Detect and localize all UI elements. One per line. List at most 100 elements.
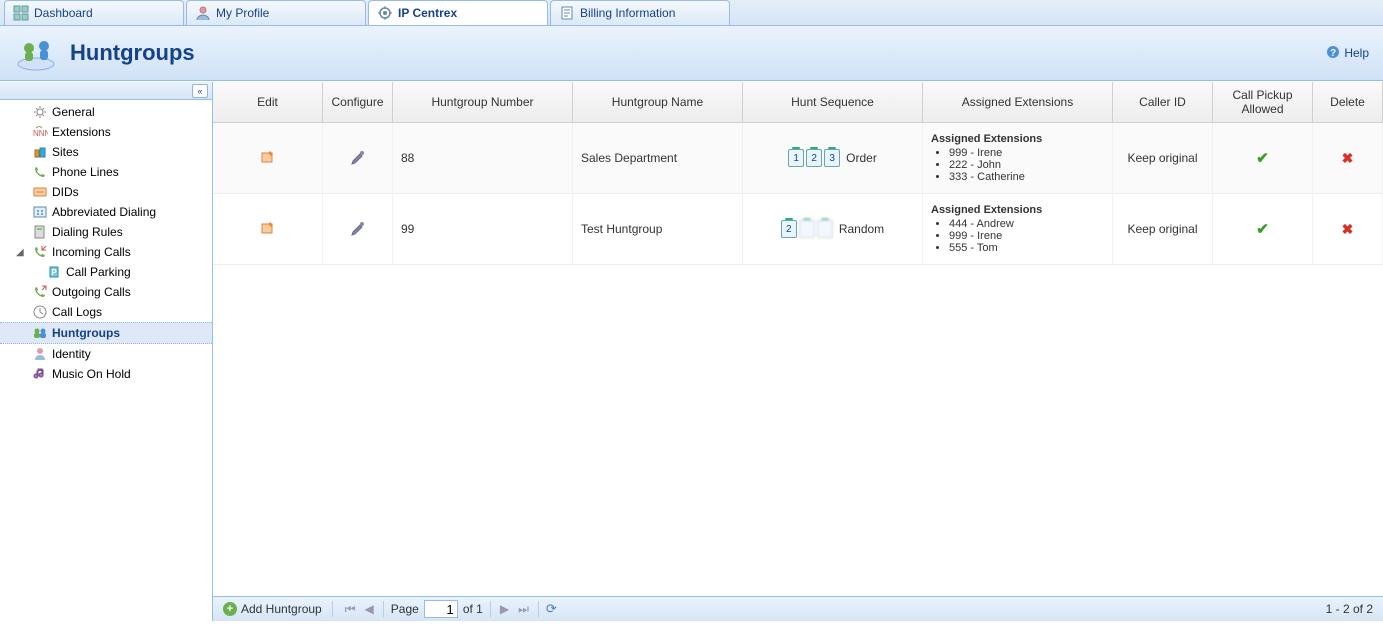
sidebar-item-dids[interactable]: DIDs [0,182,212,202]
extensions-icon: NNN [32,124,48,140]
sidebar-item-label: Outgoing Calls [52,285,131,299]
extension-item: 444 - Andrew [949,218,1042,230]
abbrev-icon [32,204,48,220]
edit-button[interactable] [260,149,276,168]
delete-button[interactable]: ✖ [1342,150,1354,167]
extension-item: 999 - Irene [949,230,1042,242]
dialing-icon [32,224,48,240]
col-configure[interactable]: Configure [323,82,393,122]
col-pickup[interactable]: Call Pickup Allowed [1213,82,1313,122]
huntgroups-icon [32,325,48,341]
sidebar-item-music-on-hold[interactable]: Music On Hold [0,364,212,384]
outgoing-icon [32,284,48,300]
col-name[interactable]: Huntgroup Name [573,82,743,122]
parking-icon: P [46,264,62,280]
sidebar-toggle-bar: « [0,82,212,100]
sidebar-item-huntgroups[interactable]: Huntgroups [0,322,212,344]
tab-label: My Profile [216,6,269,20]
sequence-label: Order [846,151,877,165]
refresh-button[interactable]: ⟳ [546,601,557,617]
tab-label: Dashboard [34,6,93,20]
edit-button[interactable] [260,220,276,239]
collapse-sidebar-button[interactable]: « [192,84,208,98]
display-info: 1 - 2 of 2 [1326,602,1373,616]
page-title: Huntgroups [70,40,195,66]
separator [332,601,333,617]
page-header: Huntgroups ? Help [0,26,1383,81]
ip-centrex-icon [377,5,393,21]
separator [538,601,539,617]
sidebar-item-outgoing-calls[interactable]: Outgoing Calls [0,282,212,302]
sidebar-item-label: Music On Hold [52,367,131,381]
sidebar-item-label: Dialing Rules [52,225,123,239]
callerid-value: Keep original [1127,151,1197,165]
extension-item: 999 - Irene [949,147,1042,159]
svg-text:P: P [51,268,57,277]
sidebar-item-general[interactable]: General [0,102,212,122]
sidebar-item-call-parking[interactable]: P Call Parking [0,262,212,282]
huntgroup-name: Test Huntgroup [581,222,662,236]
gear-icon [32,104,48,120]
sidebar-item-label: DIDs [52,185,79,199]
sidebar-item-label: Call Parking [66,265,131,279]
phone-lines-icon [32,164,48,180]
sidebar-item-incoming-calls[interactable]: ◢Incoming Calls [0,242,212,262]
tab-billing-information[interactable]: Billing Information [550,0,730,25]
tab-my-profile[interactable]: My Profile [186,0,366,25]
plus-icon: + [223,602,237,616]
sidebar-item-label: Abbreviated Dialing [52,205,156,219]
billing-icon [559,5,575,21]
col-callerid[interactable]: Caller ID [1113,82,1213,122]
sidebar-item-phone-lines[interactable]: Phone Lines [0,162,212,182]
extension-item: 555 - Tom [949,242,1042,254]
tab-ip-centrex[interactable]: IP Centrex [368,0,548,25]
configure-button[interactable] [350,220,366,239]
pager: ⏮ ◀ Page of 1 ▶ ⏭ ⟳ [343,600,557,618]
help-icon: ? [1326,45,1340,62]
sequence-label: Random [839,222,884,236]
pager-first-button[interactable]: ⏮ [343,602,358,617]
separator [383,601,384,617]
sidebar-item-extensions[interactable]: NNN Extensions [0,122,212,142]
col-number[interactable]: Huntgroup Number [393,82,573,122]
pager-prev-button[interactable]: ◀ [363,602,376,616]
help-label: Help [1344,46,1369,60]
extensions-title: Assigned Extensions [931,204,1042,216]
help-link[interactable]: ? Help [1326,45,1369,62]
delete-button[interactable]: ✖ [1342,221,1354,238]
sites-icon [32,144,48,160]
grid-footer: + Add Huntgroup ⏮ ◀ Page of 1 ▶ ⏭ ⟳ [213,596,1383,621]
huntgroups-logo-icon [14,34,62,72]
sidebar-item-label: Extensions [52,125,111,139]
col-sequence[interactable]: Hunt Sequence [743,82,923,122]
configure-button[interactable] [350,149,366,168]
sidebar-item-label: Call Logs [52,305,102,319]
incoming-icon [32,244,48,260]
sidebar-item-label: General [52,105,95,119]
table-row: 88Sales Department123OrderAssigned Exten… [213,123,1383,194]
pager-next-button[interactable]: ▶ [498,602,511,616]
col-edit[interactable]: Edit [213,82,323,122]
tab-label: Billing Information [580,6,675,20]
main-tabs: Dashboard My Profile IP Centrex Billing … [0,0,1383,26]
expand-icon: ◢ [16,247,28,258]
add-huntgroup-button[interactable]: + Add Huntgroup [223,602,322,616]
col-extensions[interactable]: Assigned Extensions [923,82,1113,122]
page-input[interactable] [424,600,458,618]
extension-item: 222 - John [949,159,1042,171]
col-delete[interactable]: Delete [1313,82,1383,122]
separator [490,601,491,617]
extension-item: 333 - Catherine [949,171,1042,183]
pager-last-button[interactable]: ⏭ [516,602,531,617]
sidebar-item-sites[interactable]: Sites [0,142,212,162]
sidebar-item-abbreviated-dialing[interactable]: Abbreviated Dialing [0,202,212,222]
tab-dashboard[interactable]: Dashboard [4,0,184,25]
table-row: 99Test Huntgroup2RandomAssigned Extensio… [213,194,1383,265]
sidebar-item-identity[interactable]: Identity [0,344,212,364]
tab-label: IP Centrex [398,6,457,20]
sidebar-item-call-logs[interactable]: Call Logs [0,302,212,322]
sidebar-item-dialing-rules[interactable]: Dialing Rules [0,222,212,242]
svg-text:NNN: NNN [33,129,48,138]
dids-icon [32,184,48,200]
page-of-label: of 1 [463,602,483,616]
